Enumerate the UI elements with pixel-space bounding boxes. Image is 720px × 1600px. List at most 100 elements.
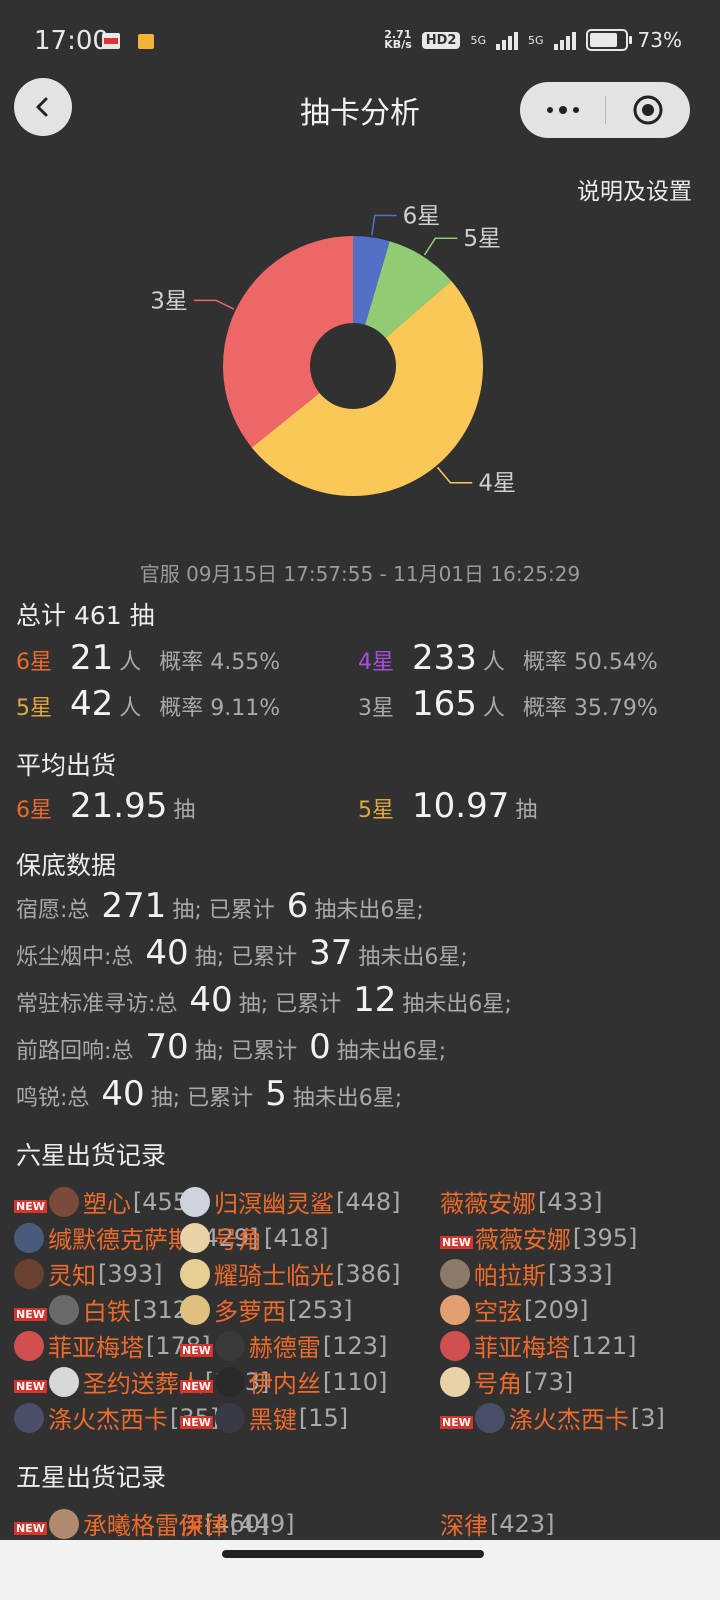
five-star-records-heading: 五星出货记录 <box>16 1463 167 1492</box>
avatar <box>180 1186 210 1217</box>
target-icon <box>633 95 663 125</box>
pie-label: 3星 <box>150 288 188 314</box>
operator-name: 深律 <box>180 1512 228 1540</box>
record-item: 耀骑士临光 [386] <box>180 1256 401 1291</box>
record-item: NEW 涤火杰西卡 [3] <box>440 1400 665 1435</box>
avatar <box>214 1402 245 1433</box>
new-badge: NEW <box>180 1380 213 1393</box>
guarantee-row: 常驻标准寻访:总 40 抽; 已累计 12 抽未出6星; <box>16 980 512 1020</box>
avatar <box>180 1222 210 1253</box>
guarantee-row: 宿愿:总 271 抽; 已累计 6 抽未出6星; <box>16 886 424 926</box>
avatar <box>440 1330 470 1361</box>
average-heading: 平均出货 <box>16 751 117 780</box>
operator-name: 菲亚梅塔 <box>474 1334 570 1362</box>
stat-6star: 6星 21 人 概率 4.55% <box>16 638 281 678</box>
average-5star: 5星 10.97 抽 <box>358 786 538 826</box>
pull-index: [209] <box>524 1295 589 1324</box>
operator-name: 涤火杰西卡 <box>508 1406 629 1434</box>
average-6star: 6星 21.95 抽 <box>16 786 196 826</box>
battery-level: 73% <box>637 28 682 52</box>
avatar <box>48 1508 79 1539</box>
signal-icon <box>496 30 519 50</box>
new-badge: NEW <box>180 1416 213 1429</box>
stat-5star: 5星 42 人 概率 9.11% <box>16 684 281 724</box>
operator-name: 号角 <box>474 1370 522 1398</box>
record-item: 号角 [73] <box>440 1364 573 1399</box>
record-item: 帕拉斯 [333] <box>440 1256 613 1291</box>
operator-name: 菲亚梅塔 <box>48 1334 144 1362</box>
pull-index: [15] <box>298 1403 349 1432</box>
record-item: 深律 [423] <box>440 1506 555 1541</box>
record-item: 号角 [418] <box>180 1220 329 1255</box>
total-heading: 总计 461 抽 <box>16 601 155 630</box>
operator-name: 薇薇安娜 <box>440 1190 536 1218</box>
pull-index: [393] <box>98 1259 163 1288</box>
home-indicator[interactable] <box>222 1550 484 1558</box>
operator-name: 归溟幽灵鲨 <box>214 1190 334 1218</box>
pull-index: [73] <box>524 1367 574 1396</box>
system-nav-area <box>0 1540 720 1600</box>
avatar <box>48 1186 79 1217</box>
operator-name: 薇薇安娜 <box>474 1226 571 1254</box>
avatar <box>14 1258 44 1289</box>
pie-label: 4星 <box>478 471 516 497</box>
record-item: 归溟幽灵鲨 [448] <box>180 1184 401 1219</box>
operator-name: 耀骑士临光 <box>214 1262 334 1290</box>
record-item: NEW 黑键 [15] <box>180 1400 348 1435</box>
operator-name: 缄默德克萨斯 <box>48 1226 192 1254</box>
record-item: 空弦 [209] <box>440 1292 589 1327</box>
avatar <box>440 1366 470 1397</box>
avatar <box>214 1366 245 1397</box>
guarantee-row: 前路回响:总 70 抽; 已累计 0 抽未出6星; <box>16 1027 447 1067</box>
close-button[interactable] <box>606 94 690 126</box>
notes-app-icon <box>138 34 154 49</box>
record-item: NEW 薇薇安娜 [395] <box>440 1220 637 1255</box>
pull-index: [395] <box>572 1223 638 1252</box>
avatar <box>180 1294 210 1325</box>
pie-leader-line <box>193 299 235 310</box>
record-item: 菲亚梅塔 [121] <box>440 1328 637 1363</box>
operator-name: 涤火杰西卡 <box>48 1406 168 1434</box>
pull-index: [110] <box>322 1367 388 1396</box>
pie-leader-line <box>436 466 473 484</box>
operator-name: 号角 <box>214 1226 262 1254</box>
signal-icon-2 <box>553 30 576 50</box>
avatar <box>14 1402 44 1433</box>
signal-label-2: 5G <box>528 33 544 47</box>
record-item: 深律 [449] <box>180 1506 295 1541</box>
hd-badge: HD2 <box>421 31 461 49</box>
new-badge: NEW <box>440 1236 473 1249</box>
record-item: NEW 赫德雷 [123] <box>180 1328 387 1363</box>
status-bar: 17:00 2.71 KB/s HD2 5G 5G 73% <box>0 0 720 84</box>
pull-index: [423] <box>490 1509 555 1538</box>
avatar <box>440 1294 470 1325</box>
stat-4star: 4星 233 人 概率 50.54% <box>358 638 658 678</box>
pull-index: [121] <box>572 1331 637 1360</box>
network-speed: 2.71 KB/s <box>384 28 412 51</box>
stat-3star: 3星 165 人 概率 35.79% <box>358 684 658 724</box>
avatar <box>14 1222 44 1253</box>
avatar <box>48 1294 79 1325</box>
six-star-records-heading: 六星出货记录 <box>16 1141 167 1170</box>
status-time: 17:00 <box>34 26 109 56</box>
pull-index: [386] <box>336 1259 401 1288</box>
operator-name: 塑心 <box>82 1190 131 1218</box>
record-item: 灵知 [393] <box>14 1256 163 1291</box>
operator-name: 空弦 <box>474 1298 522 1326</box>
avatar <box>14 1330 44 1361</box>
pull-index: [418] <box>264 1223 329 1252</box>
operator-name: 多萝西 <box>214 1298 286 1326</box>
record-item: NEW 塑心 [455] <box>14 1184 197 1219</box>
pull-index: [448] <box>336 1187 401 1216</box>
new-badge: NEW <box>14 1380 47 1393</box>
operator-name: 赫德雷 <box>248 1334 321 1362</box>
avatar <box>440 1258 470 1289</box>
time-range: 官服 09月15日 17:57:55 - 11月01日 16:25:29 <box>139 562 581 586</box>
guarantee-row: 鸣锐:总 40 抽; 已累计 5 抽未出6星; <box>16 1074 403 1114</box>
operator-name: 帕拉斯 <box>474 1262 546 1290</box>
pull-index: [433] <box>538 1187 603 1216</box>
more-button[interactable] <box>520 105 605 114</box>
operator-name: 白铁 <box>82 1298 131 1326</box>
pie-chart: 6星 5星 4星 3星 <box>150 204 516 497</box>
operator-name: 黑键 <box>248 1406 297 1434</box>
